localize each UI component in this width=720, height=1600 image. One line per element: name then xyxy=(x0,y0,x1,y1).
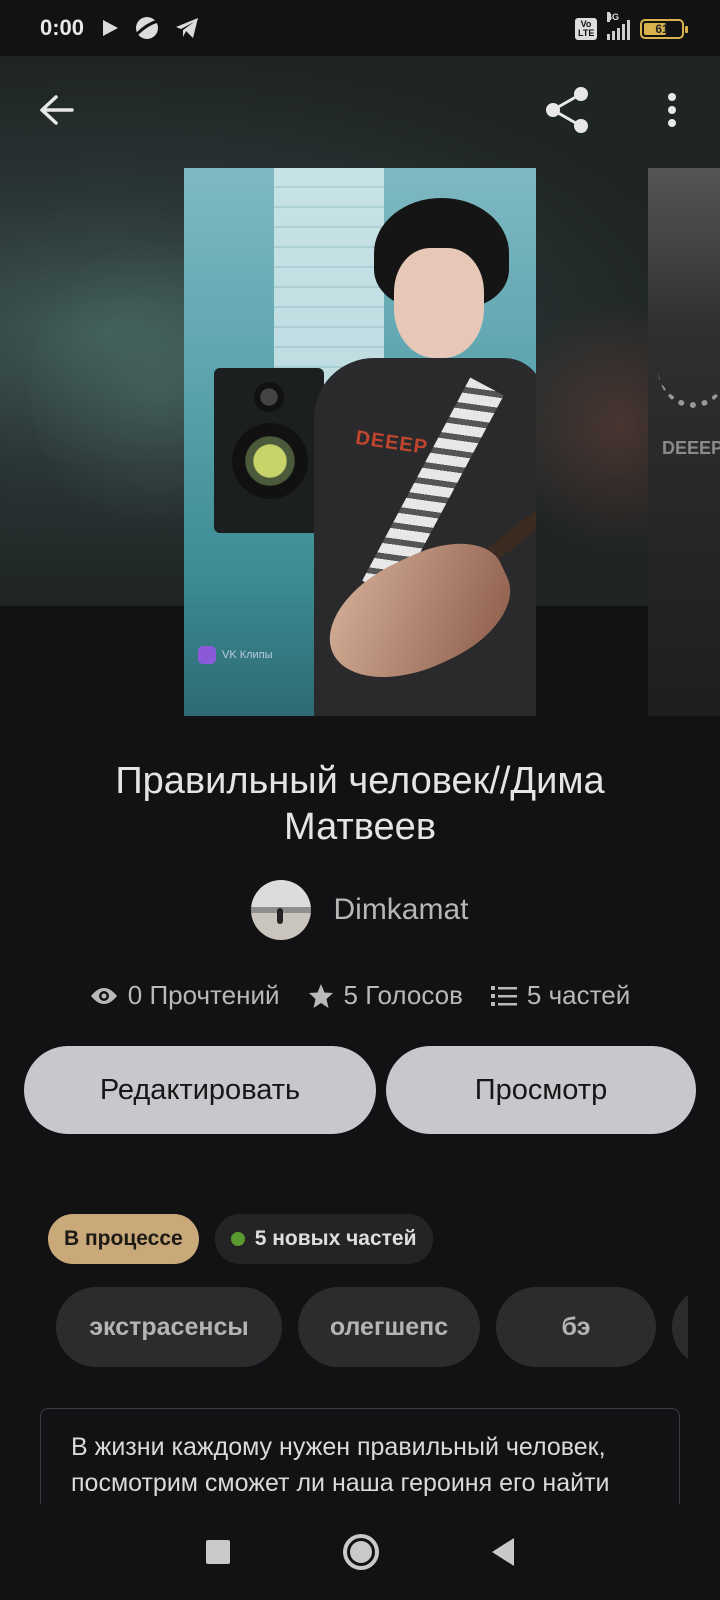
star-icon xyxy=(308,983,333,1008)
system-nav-bar xyxy=(0,1504,720,1600)
action-buttons: Редактировать Просмотр xyxy=(24,1046,696,1134)
speaker-image xyxy=(214,368,324,533)
play-icon xyxy=(103,20,119,36)
status-badge: В процессе xyxy=(48,1214,199,1264)
status-time: 0:00 xyxy=(40,15,85,40)
tag-chip[interactable]: экстрасенсы xyxy=(56,1287,282,1367)
story-description: В жизни каждому нужен правильный человек… xyxy=(71,1433,610,1497)
telegram-icon xyxy=(176,18,199,38)
network-type: 4G xyxy=(607,12,620,22)
story-stats: 0 Прочтений 5 Голосов 5 частей xyxy=(0,980,720,1011)
edit-button[interactable]: Редактировать xyxy=(24,1046,376,1134)
parts-count: 5 частей xyxy=(526,980,631,1010)
share-button[interactable] xyxy=(536,78,600,142)
status-badges: В процессе 5 новых частей xyxy=(48,1214,433,1264)
status-notification-icons xyxy=(100,15,200,41)
votes-count: 5 Голосов xyxy=(343,980,463,1010)
parts-stat: 5 частей xyxy=(490,980,631,1011)
more-options-button[interactable] xyxy=(640,78,704,142)
tags-row: экстрасенсы олегшепс бэ xyxy=(56,1287,688,1367)
side-cover-print: DEEEP xyxy=(662,438,720,458)
system-back-button[interactable] xyxy=(491,1538,514,1566)
vk-clips-logo-icon xyxy=(198,646,216,664)
volte-icon: Vo LTE xyxy=(575,18,597,40)
share-icon xyxy=(546,87,588,133)
top-app-bar xyxy=(0,56,720,166)
status-system-icons: Vo LTE 4G 61 xyxy=(575,12,688,40)
guitarist-image: DEEEP xyxy=(309,198,536,716)
eye-icon xyxy=(90,987,117,1004)
preview-button[interactable]: Просмотр xyxy=(386,1046,696,1134)
tag-chip[interactable] xyxy=(672,1287,688,1367)
story-title: Правильный человек//Дима Матвеев xyxy=(115,760,605,848)
list-icon xyxy=(490,985,517,1006)
battery-icon: 61 xyxy=(640,19,688,39)
reads-stat: 0 Прочтений xyxy=(90,980,280,1011)
signal-icon: 4G xyxy=(607,12,630,40)
new-parts-label: 5 новых частей xyxy=(254,1227,417,1250)
home-button[interactable] xyxy=(342,1534,379,1570)
planet-icon xyxy=(135,17,159,39)
avatar[interactable] xyxy=(251,880,312,940)
status-bar: 0:00 Vo LTE 4G 61 xyxy=(0,0,720,56)
back-button[interactable] xyxy=(24,78,88,142)
green-dot-icon xyxy=(230,1232,245,1246)
reads-count: 0 Прочтений xyxy=(127,980,280,1010)
story-cover[interactable]: DEEEP VK Клипы xyxy=(184,168,536,716)
cover-watermark: VK Клипы xyxy=(198,646,273,664)
watermark-text: VK Клипы xyxy=(222,649,273,661)
tag-chip[interactable]: бэ xyxy=(496,1287,656,1367)
votes-stat: 5 Голосов xyxy=(308,980,463,1011)
author-row[interactable]: Dimkamat xyxy=(0,880,720,940)
more-vertical-icon xyxy=(668,93,676,127)
battery-level: 61 xyxy=(655,22,669,36)
arrow-left-icon xyxy=(40,95,74,125)
next-story-cover[interactable]: DEEEP xyxy=(648,168,720,716)
recents-button[interactable] xyxy=(206,1540,231,1564)
tag-chip[interactable]: олегшепс xyxy=(298,1287,480,1367)
description-box[interactable]: В жизни каждому нужен правильный человек… xyxy=(40,1408,680,1508)
new-parts-badge: 5 новых частей xyxy=(214,1214,433,1264)
author-name[interactable]: Dimkamat xyxy=(333,893,468,927)
